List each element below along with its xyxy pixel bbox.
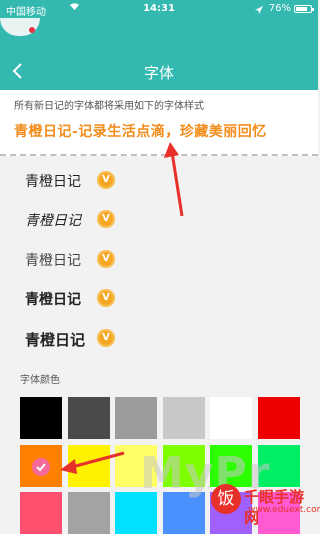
font-name: 青橙日记 (25, 174, 81, 190)
font-preview: 所有新日记的字体都将采用如下的字体样式 青橙日记-记录生活点滴，珍藏美丽回忆 (0, 90, 318, 156)
vip-badge-icon: V (97, 289, 115, 307)
font-option[interactable]: 青橙日记 V (0, 162, 318, 198)
preview-hint: 所有新日记的字体都将采用如下的字体样式 (14, 101, 204, 112)
color-swatch[interactable] (162, 397, 205, 439)
battery-icon (294, 4, 314, 13)
color-swatch[interactable] (20, 397, 62, 439)
font-option[interactable]: 青橙日记 V (0, 320, 318, 356)
font-option[interactable]: 青橙日记 V (0, 241, 318, 277)
font-name: 青橙日记 (25, 254, 81, 269)
color-swatch[interactable] (257, 397, 300, 439)
color-swatch[interactable] (210, 397, 252, 439)
vip-badge-icon: V (97, 250, 115, 268)
annotation-arrow (60, 451, 125, 474)
color-swatch[interactable] (20, 444, 62, 487)
watermark-url: www.eduext.com (248, 505, 320, 515)
color-swatch[interactable] (20, 492, 62, 534)
font-name: 青橙日记 (25, 213, 81, 229)
font-name: 青橙日记 (25, 331, 86, 349)
font-option[interactable]: 青橙日记 V (0, 201, 318, 237)
page-title: 字体 (143, 64, 174, 82)
vip-badge-icon: V (97, 171, 115, 189)
vip-badge-icon: V (97, 210, 115, 228)
color-swatch[interactable] (67, 397, 110, 439)
annotation-arrow (164, 142, 184, 217)
notification-dot (29, 27, 35, 33)
color-swatch[interactable] (115, 397, 157, 439)
font-name: 青橙日记 (25, 291, 81, 307)
status-bar: 中国移动 14:31 76% (0, 0, 318, 18)
checkmark-icon (32, 457, 50, 476)
font-option[interactable]: 青橙日记 V (0, 280, 318, 316)
preview-sample: 青橙日记-记录生活点滴，珍藏美丽回忆 (14, 124, 267, 140)
battery-percent: 76% (268, 3, 291, 14)
color-swatch[interactable] (67, 492, 110, 534)
color-section-label: 字体颜色 (20, 375, 60, 386)
nav-bar: 字体 (0, 18, 318, 90)
watermark-logo: 饭 (211, 484, 241, 514)
vip-badge-icon: V (97, 329, 115, 347)
location-icon (254, 5, 266, 14)
